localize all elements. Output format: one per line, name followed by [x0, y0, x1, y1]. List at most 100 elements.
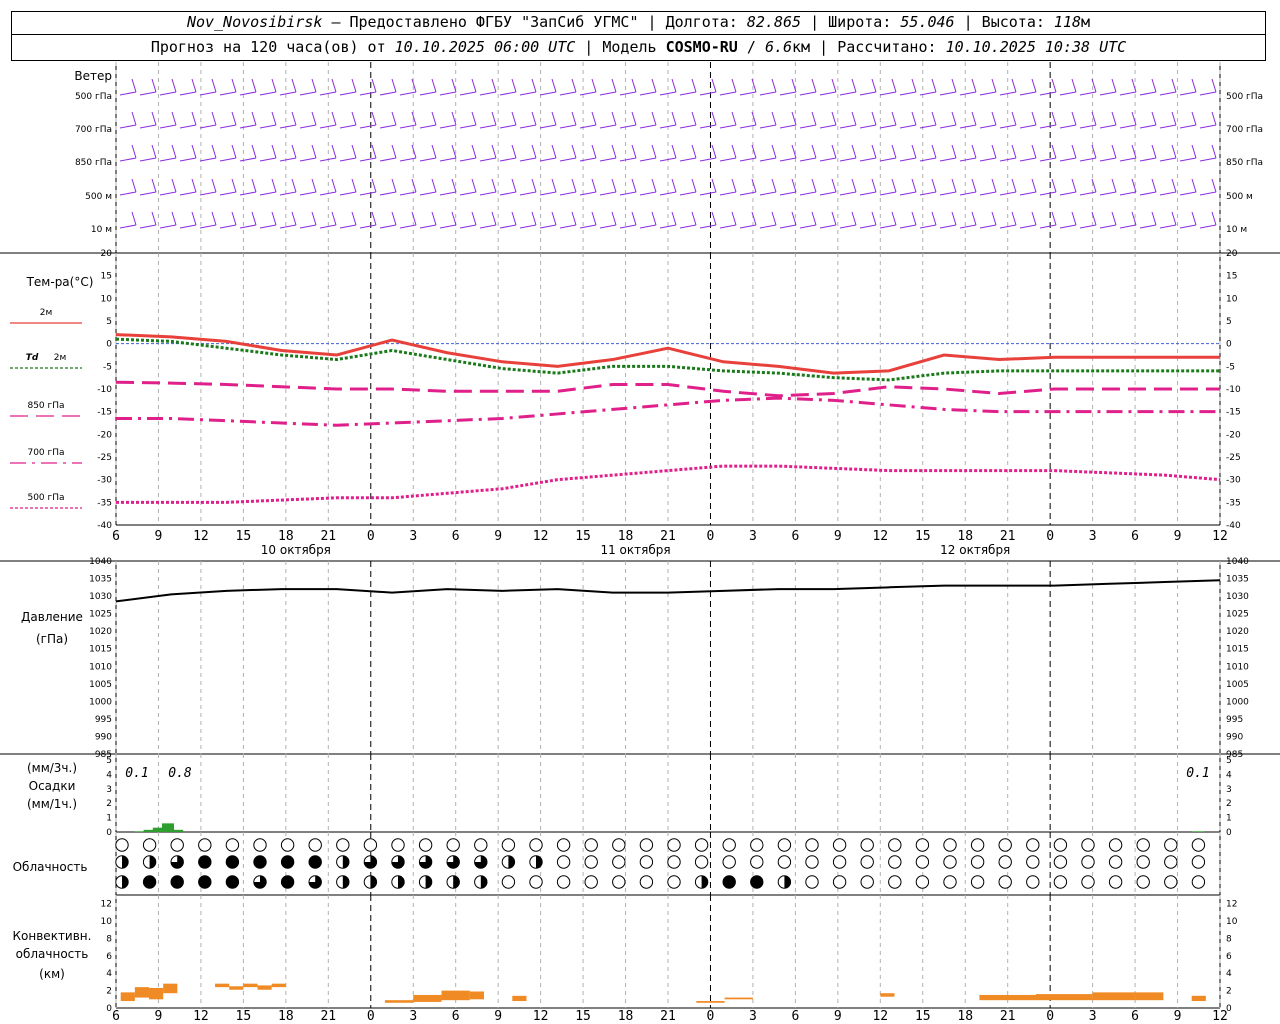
conv-ytick: 2: [106, 987, 112, 997]
legend-label: 2м: [54, 353, 67, 363]
temp-ytick: 0: [106, 340, 112, 350]
wind-barb: [1199, 91, 1217, 96]
wind-barb-feather: [691, 144, 697, 159]
wind-barb-feather: [851, 78, 857, 93]
cloud-half: [122, 855, 129, 869]
conv-cloud-bar: [1191, 995, 1206, 1002]
wind-barb-feather: [591, 78, 597, 93]
wind-barb: [979, 91, 997, 96]
wind-barb-feather: [811, 111, 817, 126]
pressure-ytick-right: 1030: [1226, 592, 1249, 602]
wind-barb: [259, 91, 277, 96]
cloud-symbol: [529, 875, 543, 889]
wind-barb-feather: [191, 178, 197, 193]
wind-barb: [1179, 191, 1197, 196]
pressure-ytick-right: 1020: [1226, 627, 1249, 637]
conv-ytick-right: 4: [1226, 969, 1232, 979]
wind-barb-feather: [271, 111, 277, 126]
conv-cloud-bar: [163, 983, 178, 994]
wind-barb-feather: [671, 211, 677, 226]
wind-barb: [599, 124, 617, 129]
wind-barb-feather: [151, 78, 157, 93]
wind-barb-feather: [1011, 178, 1017, 193]
wind-barb: [699, 91, 717, 96]
wind-barb: [199, 91, 217, 96]
wind-barb: [1199, 191, 1217, 196]
wind-barb-feather: [351, 78, 357, 93]
wind-barb: [379, 224, 397, 229]
wind-barb-feather: [591, 178, 597, 193]
cloud-symbol: [832, 838, 847, 852]
temp-xtick: 21: [660, 529, 676, 544]
cloud-symbol: [943, 875, 957, 889]
wind-barb-feather: [651, 178, 657, 193]
wind-barb-feather: [711, 211, 717, 226]
wind-barb-feather: [131, 178, 137, 193]
wind-barb: [1119, 91, 1137, 96]
cloud-symbol: [363, 838, 378, 852]
wind-barb: [159, 157, 177, 162]
wind-barb-feather: [391, 178, 397, 193]
wind-barb-feather: [571, 78, 577, 93]
wind-barb-feather: [951, 211, 957, 226]
wind-barb-feather: [411, 211, 417, 226]
wind-barb: [339, 124, 357, 129]
wind-barb-feather: [831, 144, 837, 159]
conv-xtick: 9: [494, 1009, 502, 1024]
wind-barb-feather: [1211, 78, 1217, 93]
wind-barb-feather: [991, 78, 997, 93]
cloud-symbol: [1108, 838, 1123, 852]
cloud-half: [149, 855, 156, 869]
pressure-ytick-right: 1010: [1226, 662, 1249, 672]
wind-barb-feather: [891, 111, 897, 126]
wind-barb-feather: [1071, 111, 1077, 126]
wind-barb-feather: [511, 144, 517, 159]
conv-cloud-bar: [384, 1000, 414, 1003]
wind-barb-feather: [491, 78, 497, 93]
wind-barb: [1199, 124, 1217, 129]
wind-barb-feather: [671, 144, 677, 159]
wind-barb-feather: [431, 144, 437, 159]
conv-xtick: 18: [278, 1009, 294, 1024]
temp-xtick: 18: [957, 529, 973, 544]
temp-ytick: 10: [101, 294, 113, 304]
pressure-ytick: 1015: [89, 645, 112, 655]
temp-xtick: 0: [367, 529, 375, 544]
wind-barb-feather: [971, 111, 977, 126]
wind-barb-feather: [411, 178, 417, 193]
wind-barb: [839, 191, 857, 196]
wind-barb: [819, 191, 837, 196]
wind-barb-feather: [371, 178, 377, 193]
wind-barb-feather: [651, 78, 657, 93]
cloud-symbol: [1053, 838, 1068, 852]
cloud-symbol: [584, 855, 598, 869]
wind-barb: [1179, 157, 1197, 162]
wind-barb: [679, 191, 697, 196]
wind-barb: [1039, 91, 1057, 96]
wind-barb: [959, 224, 977, 229]
pressure-ytick: 1005: [89, 680, 112, 690]
wind-barb: [819, 157, 837, 162]
wind-barb-feather: [671, 178, 677, 193]
wind-barb-feather: [871, 144, 877, 159]
wind-barb: [579, 191, 597, 196]
wind-barb: [339, 91, 357, 96]
wind-barb: [699, 224, 717, 229]
cloud-symbol: [694, 855, 709, 869]
wind-barb: [219, 91, 237, 96]
cloud-symbol: [1026, 855, 1040, 869]
conv-xtick: 3: [409, 1009, 417, 1024]
cloud-symbol: [915, 875, 930, 889]
wind-barb-feather: [131, 111, 137, 126]
wind-barb-feather: [611, 111, 617, 126]
wind-barb: [439, 191, 457, 196]
pressure-ytick: 995: [95, 715, 112, 725]
wind-barb: [979, 157, 997, 162]
conv-cloud-bar: [1092, 992, 1136, 1001]
wind-level-label-right: 500 м: [1226, 192, 1253, 202]
wind-barb: [379, 124, 397, 129]
wind-barb-feather: [351, 111, 357, 126]
wind-barb: [559, 124, 577, 129]
wind-level-label-right: 700 гПа: [1226, 125, 1263, 135]
cloud-symbol: [308, 855, 322, 869]
